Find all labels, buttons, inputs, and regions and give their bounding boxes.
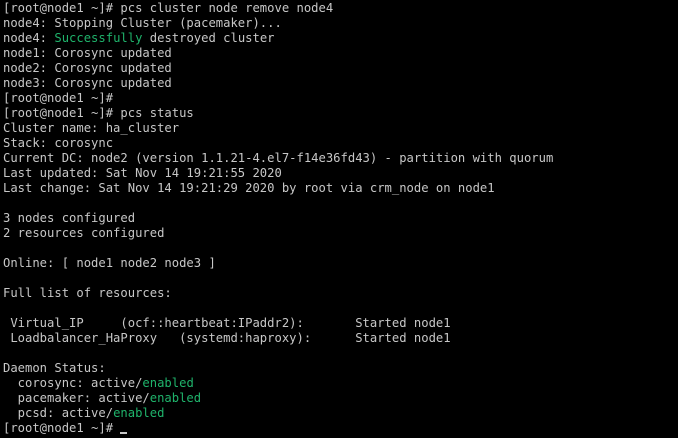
terminal-text: Current DC: node2 (version 1.1.21-4.el7-… (3, 151, 554, 165)
terminal-line: [root@node1 ~]# (3, 91, 678, 106)
status-highlight-text: Successfully (54, 31, 143, 45)
terminal-line: Online: [ node1 node2 node3 ] (3, 256, 678, 271)
status-highlight-text: enabled (113, 406, 165, 420)
terminal-line: Full list of resources: (3, 286, 678, 301)
terminal-line: Current DC: node2 (version 1.1.21-4.el7-… (3, 151, 678, 166)
terminal-text: 2 resources configured (3, 226, 165, 240)
terminal-text: Online: [ node1 node2 node3 ] (3, 256, 216, 270)
terminal-line: Daemon Status: (3, 361, 678, 376)
terminal-line: Last change: Sat Nov 14 19:21:29 2020 by… (3, 181, 678, 196)
terminal-text: node2: Corosync updated (3, 61, 172, 75)
terminal-text: [root@node1 ~]# (3, 421, 121, 435)
terminal-line: [root@node1 ~]# (3, 421, 678, 436)
terminal-line: [root@node1 ~]# pcs status (3, 106, 678, 121)
terminal-line: [root@node1 ~]# pcs cluster node remove … (3, 1, 678, 16)
terminal-text: node3: Corosync updated (3, 76, 172, 90)
status-highlight-text: enabled (142, 376, 194, 390)
terminal-text: Last change: Sat Nov 14 19:21:29 2020 by… (3, 181, 495, 195)
terminal-line: node1: Corosync updated (3, 46, 678, 61)
terminal-text: Full list of resources: (3, 286, 172, 300)
terminal-text: 3 nodes configured (3, 211, 136, 225)
terminal-text: [root@node1 ~]# (3, 91, 114, 105)
terminal-line: node2: Corosync updated (3, 61, 678, 76)
terminal-line: node3: Corosync updated (3, 76, 678, 91)
terminal-text: node4: Stopping Cluster (pacemaker)... (3, 16, 282, 30)
terminal-text: Loadbalancer_HaProxy (systemd:haproxy): … (3, 331, 451, 345)
terminal-line: corosync: active/enabled (3, 376, 678, 391)
terminal-line: Cluster name: ha_cluster (3, 121, 678, 136)
terminal-text: Virtual_IP (ocf::heartbeat:IPaddr2): Sta… (3, 316, 451, 330)
terminal-text: node1: Corosync updated (3, 46, 172, 60)
terminal-line: node4: Stopping Cluster (pacemaker)... (3, 16, 678, 31)
terminal-line: Last updated: Sat Nov 14 19:21:55 2020 (3, 166, 678, 181)
terminal-line: Virtual_IP (ocf::heartbeat:IPaddr2): Sta… (3, 316, 678, 331)
terminal-text: [root@node1 ~]# pcs cluster node remove … (3, 1, 334, 15)
terminal-line: Loadbalancer_HaProxy (systemd:haproxy): … (3, 331, 678, 346)
terminal-text: pacemaker: active/ (3, 391, 150, 405)
terminal-window[interactable]: [root@node1 ~]# pcs cluster node remove … (0, 0, 678, 438)
text-cursor[interactable] (120, 432, 128, 434)
terminal-line: node4: Successfully destroyed cluster (3, 31, 678, 46)
terminal-text: Stack: corosync (3, 136, 114, 150)
terminal-text: pcsd: active/ (3, 406, 114, 420)
terminal-text: Last updated: Sat Nov 14 19:21:55 2020 (3, 166, 282, 180)
terminal-text: destroyed cluster (142, 31, 275, 45)
terminal-line: Stack: corosync (3, 136, 678, 151)
terminal-line: 3 nodes configured (3, 211, 678, 226)
terminal-line: pacemaker: active/enabled (3, 391, 678, 406)
status-highlight-text: enabled (149, 391, 202, 405)
terminal-line: pcsd: active/enabled (3, 406, 678, 421)
terminal-text: Cluster name: ha_cluster (3, 121, 180, 135)
terminal-text: corosync: active/ (3, 376, 143, 390)
terminal-text: Daemon Status: (3, 361, 106, 375)
terminal-line: 2 resources configured (3, 226, 678, 241)
terminal-text: node4: (3, 31, 55, 45)
terminal-text: [root@node1 ~]# pcs status (3, 106, 194, 120)
